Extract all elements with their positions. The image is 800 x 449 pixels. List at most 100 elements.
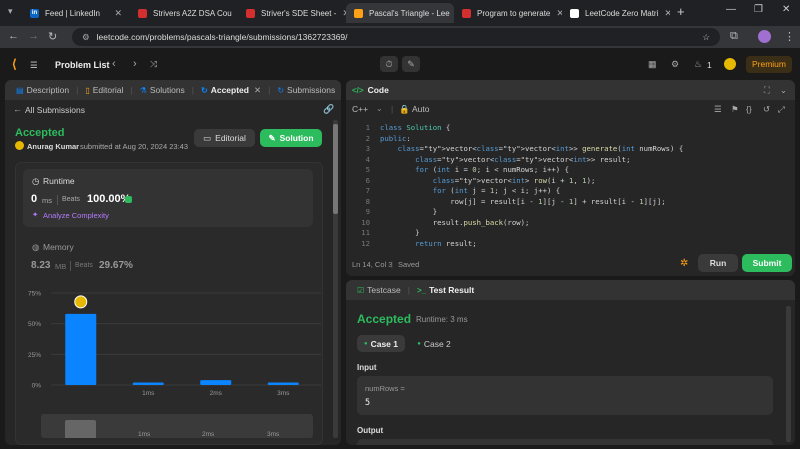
window-close-icon[interactable]: ✕ <box>782 4 790 15</box>
close-icon[interactable]: ✕ <box>254 85 261 96</box>
code-editor[interactable]: 1 class Solution {2 public: 3 class="ty">ve… <box>346 123 795 251</box>
tab-accepted[interactable]: ↻ Accepted ✕ <box>196 80 266 100</box>
editorial-button[interactable]: ▭ Editorial <box>194 129 255 147</box>
tab-editorial[interactable]: ▯ Editorial <box>80 80 128 100</box>
close-icon[interactable]: ✕ <box>658 8 670 19</box>
bookmark-star-icon[interactable]: ☆ <box>702 32 710 43</box>
new-tab-icon[interactable]: + <box>677 4 685 19</box>
browser-tab-strip: in Feed | LinkedIn ✕ Strivers A2Z DSA Co… <box>0 0 800 26</box>
x-tick-label: 2ms <box>210 390 223 397</box>
leetcode-logo-icon[interactable]: ⟨ <box>12 57 17 71</box>
forward-icon[interactable]: → <box>28 30 39 42</box>
close-icon[interactable]: ✕ <box>108 8 122 19</box>
extensions-icon[interactable]: ⧉ <box>730 30 738 43</box>
line-number: 7 <box>365 186 370 195</box>
braces-icon[interactable]: {} <box>746 104 752 114</box>
bar <box>267 382 299 386</box>
test-runtime: Runtime: 3 ms <box>416 315 468 324</box>
debug-icon[interactable]: ✲ <box>680 258 688 269</box>
settings-icon[interactable]: ⚙ <box>671 59 679 70</box>
back-arrow-icon[interactable]: ← <box>13 104 22 114</box>
code-text: public: <box>380 133 411 143</box>
reload-icon[interactable]: ↻ <box>48 30 57 43</box>
user-avatar[interactable] <box>724 58 736 70</box>
scrollbar-thumb[interactable] <box>333 124 338 214</box>
next-problem-icon[interactable]: › <box>133 58 137 70</box>
tab-solutions[interactable]: ⚗ Solutions <box>135 80 190 100</box>
timer-icon[interactable]: ⏱ <box>380 56 398 72</box>
tab-submissions[interactable]: ↻ Submissions <box>272 80 340 100</box>
menu-icon[interactable]: ⋮ <box>784 30 795 43</box>
browser-tab-program[interactable]: Program to generate ✕ <box>454 3 562 23</box>
user-position-avatar <box>74 295 88 309</box>
code-text: } <box>380 228 420 237</box>
line-number: 4 <box>365 154 370 164</box>
tab-label: Testcase <box>367 285 401 295</box>
problem-list-link[interactable]: Problem List <box>55 60 110 70</box>
submit-button[interactable]: Submit <box>742 254 792 272</box>
output-box <box>357 439 773 445</box>
runtime-unit: ms <box>42 196 52 205</box>
line-number: 9 <box>365 207 370 216</box>
x-tick-label: 1ms <box>142 390 155 397</box>
reset-icon[interactable]: ↺ <box>763 104 770 115</box>
description-icon: ▤ <box>16 85 24 95</box>
analyze-complexity-link[interactable]: Analyze Complexity <box>43 211 109 220</box>
username[interactable]: Anurag Kumar <box>27 142 79 151</box>
code-text: } <box>380 207 438 216</box>
browser-tab-sde-sheet[interactable]: Striver's SDE Sheet - ✕ <box>238 3 346 23</box>
browser-tab-pascals[interactable]: Pascal's Triangle - Lee ✕ <box>346 3 454 23</box>
panel-minimize-icon[interactable]: ⌄ <box>780 85 787 96</box>
scrollbar-track[interactable] <box>786 306 791 442</box>
run-button[interactable]: Run <box>698 254 738 272</box>
expand-icon[interactable]: ⤢ <box>778 104 785 115</box>
premium-button[interactable]: Premium <box>746 56 792 73</box>
tab-test-result[interactable]: >_ Test Result <box>412 280 479 300</box>
layout-icon[interactable]: ▦ <box>648 59 657 70</box>
all-submissions-link[interactable]: All Submissions <box>25 105 85 115</box>
browser-tab-linkedin[interactable]: in Feed | LinkedIn ✕ <box>22 3 130 23</box>
memory-label: Memory <box>43 242 74 252</box>
prev-problem-icon[interactable]: ‹ <box>112 58 116 70</box>
sparkle-icon: ✦ <box>32 210 39 219</box>
browser-tab-a2z[interactable]: Strivers A2Z DSA Cou ✕ <box>130 3 238 23</box>
line-number: 12 <box>361 238 370 248</box>
profile-avatar[interactable] <box>758 30 771 43</box>
notes-icon[interactable]: ✎ <box>402 56 420 72</box>
shuffle-icon[interactable]: ⤨ <box>150 59 157 70</box>
tab-description[interactable]: ▤ Description <box>11 80 74 100</box>
case-label: Case 1 <box>370 338 399 349</box>
tab-title: Feed | LinkedIn <box>45 8 101 18</box>
solution-button[interactable]: ✎ Solution <box>260 129 322 147</box>
browser-tab-zero-matrix[interactable]: LeetCode Zero Matri ✕ <box>562 3 670 23</box>
address-bar[interactable]: ⚙ leetcode.com/problems/pascals-triangle… <box>72 28 720 46</box>
bookmark-icon[interactable]: ⚑ <box>731 104 739 115</box>
tab-testcase[interactable]: ☑ Testcase <box>352 280 406 300</box>
share-link-icon[interactable]: 🔗 <box>323 104 334 115</box>
close-icon[interactable]: ✕ <box>336 8 346 19</box>
maximize-icon[interactable]: ⛶ <box>764 85 770 96</box>
tab-search-icon[interactable]: ▾ <box>8 6 13 17</box>
streak-fire-icon[interactable]: ♨ <box>694 59 702 70</box>
close-icon[interactable]: ✕ <box>550 8 562 19</box>
checkbox-icon: ☑ <box>357 285 365 295</box>
leetcode-icon <box>354 8 363 18</box>
case-2-tab[interactable]: ● Case 2 <box>410 335 458 352</box>
code-text: class="ty">vector<class="ty">vector<int>… <box>415 154 631 164</box>
case-1-tab[interactable]: ● Case 1 <box>357 335 405 352</box>
memory-icon: ◍ <box>32 242 40 252</box>
format-icon[interactable]: ☰ <box>714 104 722 115</box>
back-icon[interactable]: ← <box>8 30 19 42</box>
minimize-icon[interactable]: — <box>726 4 736 15</box>
saved-status: Saved <box>398 260 420 269</box>
language-select[interactable]: C++ <box>352 104 368 114</box>
divider <box>57 195 58 205</box>
restore-icon[interactable]: ❐ <box>754 4 763 15</box>
runtime-value: 0 <box>31 193 38 205</box>
line-number: 11 <box>361 228 370 237</box>
tab-title: Pascal's Triangle - Lee <box>369 8 450 18</box>
site-info-icon[interactable]: ⚙ <box>82 32 90 43</box>
mode-label[interactable]: Auto <box>412 104 430 114</box>
linkedin-icon: in <box>30 8 39 18</box>
browser-toolbar: ← → ↻ ⚙ leetcode.com/problems/pascals-tr… <box>0 26 800 48</box>
